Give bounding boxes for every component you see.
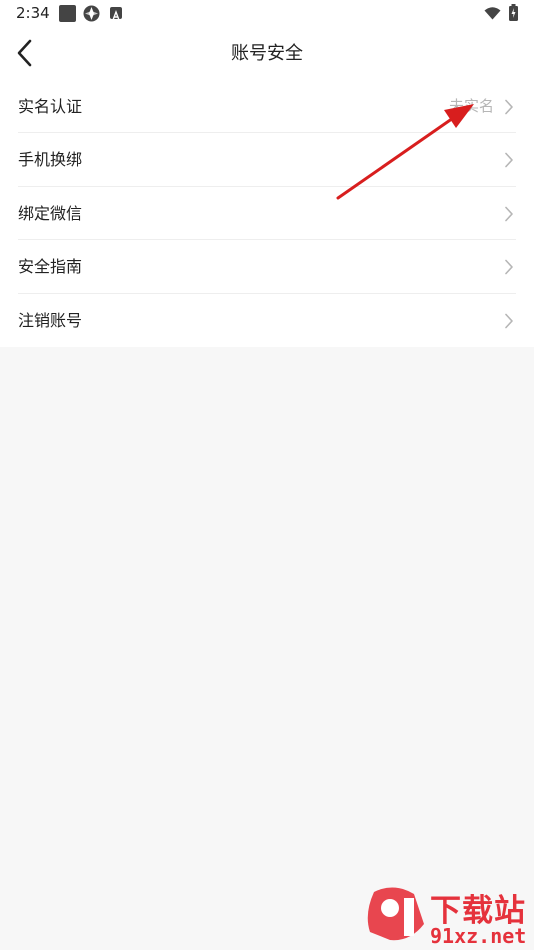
chevron-right-icon [505, 153, 513, 168]
header: 账号安全 [0, 28, 534, 80]
settings-list: 实名认证 未实名 手机换绑 绑定微信 安全指南 注销账号 [0, 80, 534, 347]
app-logo-icon [83, 5, 100, 22]
item-label: 绑定微信 [18, 203, 83, 223]
status-time: 2:34 [16, 4, 50, 22]
a-notification-icon [110, 7, 122, 21]
page-title: 账号安全 [231, 43, 303, 64]
item-status-value: 未实名 [448, 97, 494, 115]
back-button[interactable] [12, 38, 42, 70]
chevron-right-icon [505, 313, 513, 328]
list-item-real-name[interactable]: 实名认证 未实名 [18, 80, 516, 134]
list-item-bind-wechat[interactable]: 绑定微信 [18, 187, 516, 241]
watermark-url: 91xz.net [430, 924, 527, 948]
item-label: 实名认证 [18, 97, 83, 116]
app-square-icon [59, 5, 76, 22]
list-item-change-phone[interactable]: 手机换绑 [18, 133, 516, 187]
item-label: 手机换绑 [18, 150, 83, 170]
account-security-page: 2:34 账号安全 实名认证 未实名 手机换绑 绑定微信 安全指南 注销账号 下… [0, 0, 534, 950]
item-label: 注销账号 [18, 310, 83, 330]
list-item-security-guide[interactable]: 安全指南 [18, 240, 516, 294]
chevron-right-icon [505, 206, 513, 222]
battery-icon [509, 4, 518, 21]
item-label: 安全指南 [18, 257, 83, 277]
status-bar: 2:34 [0, 0, 534, 28]
wifi-icon [484, 7, 501, 20]
list-item-delete-account[interactable]: 注销账号 [18, 294, 516, 347]
chevron-right-icon [505, 259, 513, 275]
chevron-right-icon [505, 99, 513, 115]
chevron-left-icon [17, 39, 32, 67]
